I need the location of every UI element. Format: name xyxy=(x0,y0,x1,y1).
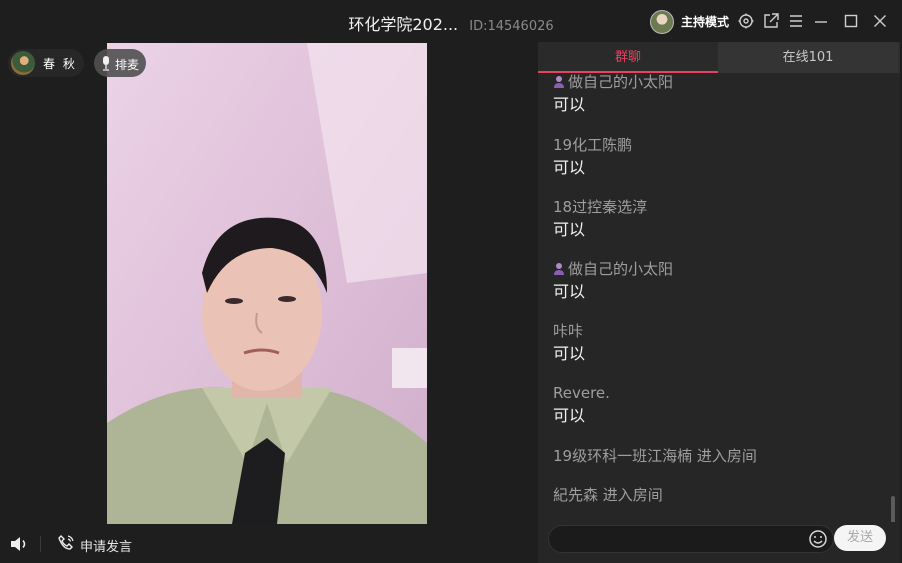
video-frame xyxy=(107,43,427,524)
speaker-video[interactable] xyxy=(107,43,427,524)
apply-speak-button[interactable]: 申请发言 xyxy=(80,536,132,555)
chat-text: 可以 xyxy=(553,406,586,425)
tab-online-users[interactable]: 在线101 xyxy=(718,42,898,73)
send-button[interactable]: 发送 xyxy=(834,525,886,551)
phone-icon[interactable] xyxy=(57,534,75,552)
settings-icon[interactable] xyxy=(737,12,755,30)
tab-group-chat[interactable]: 群聊 xyxy=(538,42,718,73)
mic-queue-label: 排麦 xyxy=(115,58,140,72)
bottom-bar: 申请发言 xyxy=(0,524,538,563)
microphone-icon xyxy=(100,55,112,71)
host-mode-button[interactable]: 主持模式 xyxy=(681,13,729,30)
chat-text: 可以 xyxy=(553,220,586,239)
chat-sender: 18过控秦选淳 xyxy=(553,198,648,216)
chat-sender: 做自己的小太阳 xyxy=(568,260,674,278)
chat-panel: 群聊 在线101 做自己的小太阳 可以 19化工陈鹏 可以 18过控秦选淳 可以… xyxy=(538,42,900,563)
chat-message: 做自己的小太阳 可以 xyxy=(553,259,873,303)
mic-queue-button[interactable]: 排麦 xyxy=(94,49,146,77)
chat-message: 19化工陈鹏 可以 xyxy=(553,135,873,179)
user-chip[interactable]: 春 秋 xyxy=(8,49,84,77)
divider xyxy=(40,536,41,552)
chat-text: 可以 xyxy=(553,95,586,114)
menu-icon[interactable] xyxy=(787,12,805,30)
chat-message: 18过控秦选淳 可以 xyxy=(553,197,873,241)
chat-list[interactable]: 做自己的小太阳 可以 19化工陈鹏 可以 18过控秦选淳 可以 做自己的小太阳 … xyxy=(538,73,900,522)
chat-message: Revere. 可以 xyxy=(553,383,873,427)
popout-icon[interactable] xyxy=(762,12,780,30)
system-message: 紀先森 进入房间 xyxy=(553,486,663,504)
chat-input[interactable] xyxy=(548,525,834,553)
minimize-icon[interactable] xyxy=(812,12,830,30)
vip-badge-icon xyxy=(553,260,565,275)
chat-input-row: 发送 xyxy=(538,522,900,563)
chat-sender: Revere. xyxy=(553,384,610,402)
close-icon[interactable] xyxy=(871,12,889,30)
chat-message: 做自己的小太阳 可以 xyxy=(553,73,873,116)
chat-text: 可以 xyxy=(553,344,586,363)
title-bar: 环化学院202... ID:14546026 主持模式 xyxy=(0,0,902,42)
chat-sender: 咔咔 xyxy=(553,322,584,340)
user-avatar xyxy=(11,51,35,75)
chat-scrollbar[interactable] xyxy=(891,496,895,522)
chat-message: 咔咔 可以 xyxy=(553,321,873,365)
emoji-icon[interactable] xyxy=(808,529,828,549)
room-title: 环化学院202... xyxy=(348,15,459,34)
system-message: 19级环科一班江海楠 进入房间 xyxy=(553,447,757,465)
host-avatar[interactable] xyxy=(650,10,674,34)
user-name: 春 秋 xyxy=(43,57,77,71)
maximize-icon[interactable] xyxy=(842,12,860,30)
speaker-icon[interactable] xyxy=(9,534,29,554)
chat-sender: 19化工陈鹏 xyxy=(553,136,633,154)
chat-text: 可以 xyxy=(553,158,586,177)
chat-sender: 做自己的小太阳 xyxy=(568,73,674,91)
vip-badge-icon xyxy=(553,73,565,88)
chat-text: 可以 xyxy=(553,282,586,301)
panel-tabs: 群聊 在线101 xyxy=(538,42,900,73)
room-id: ID:14546026 xyxy=(469,19,554,34)
